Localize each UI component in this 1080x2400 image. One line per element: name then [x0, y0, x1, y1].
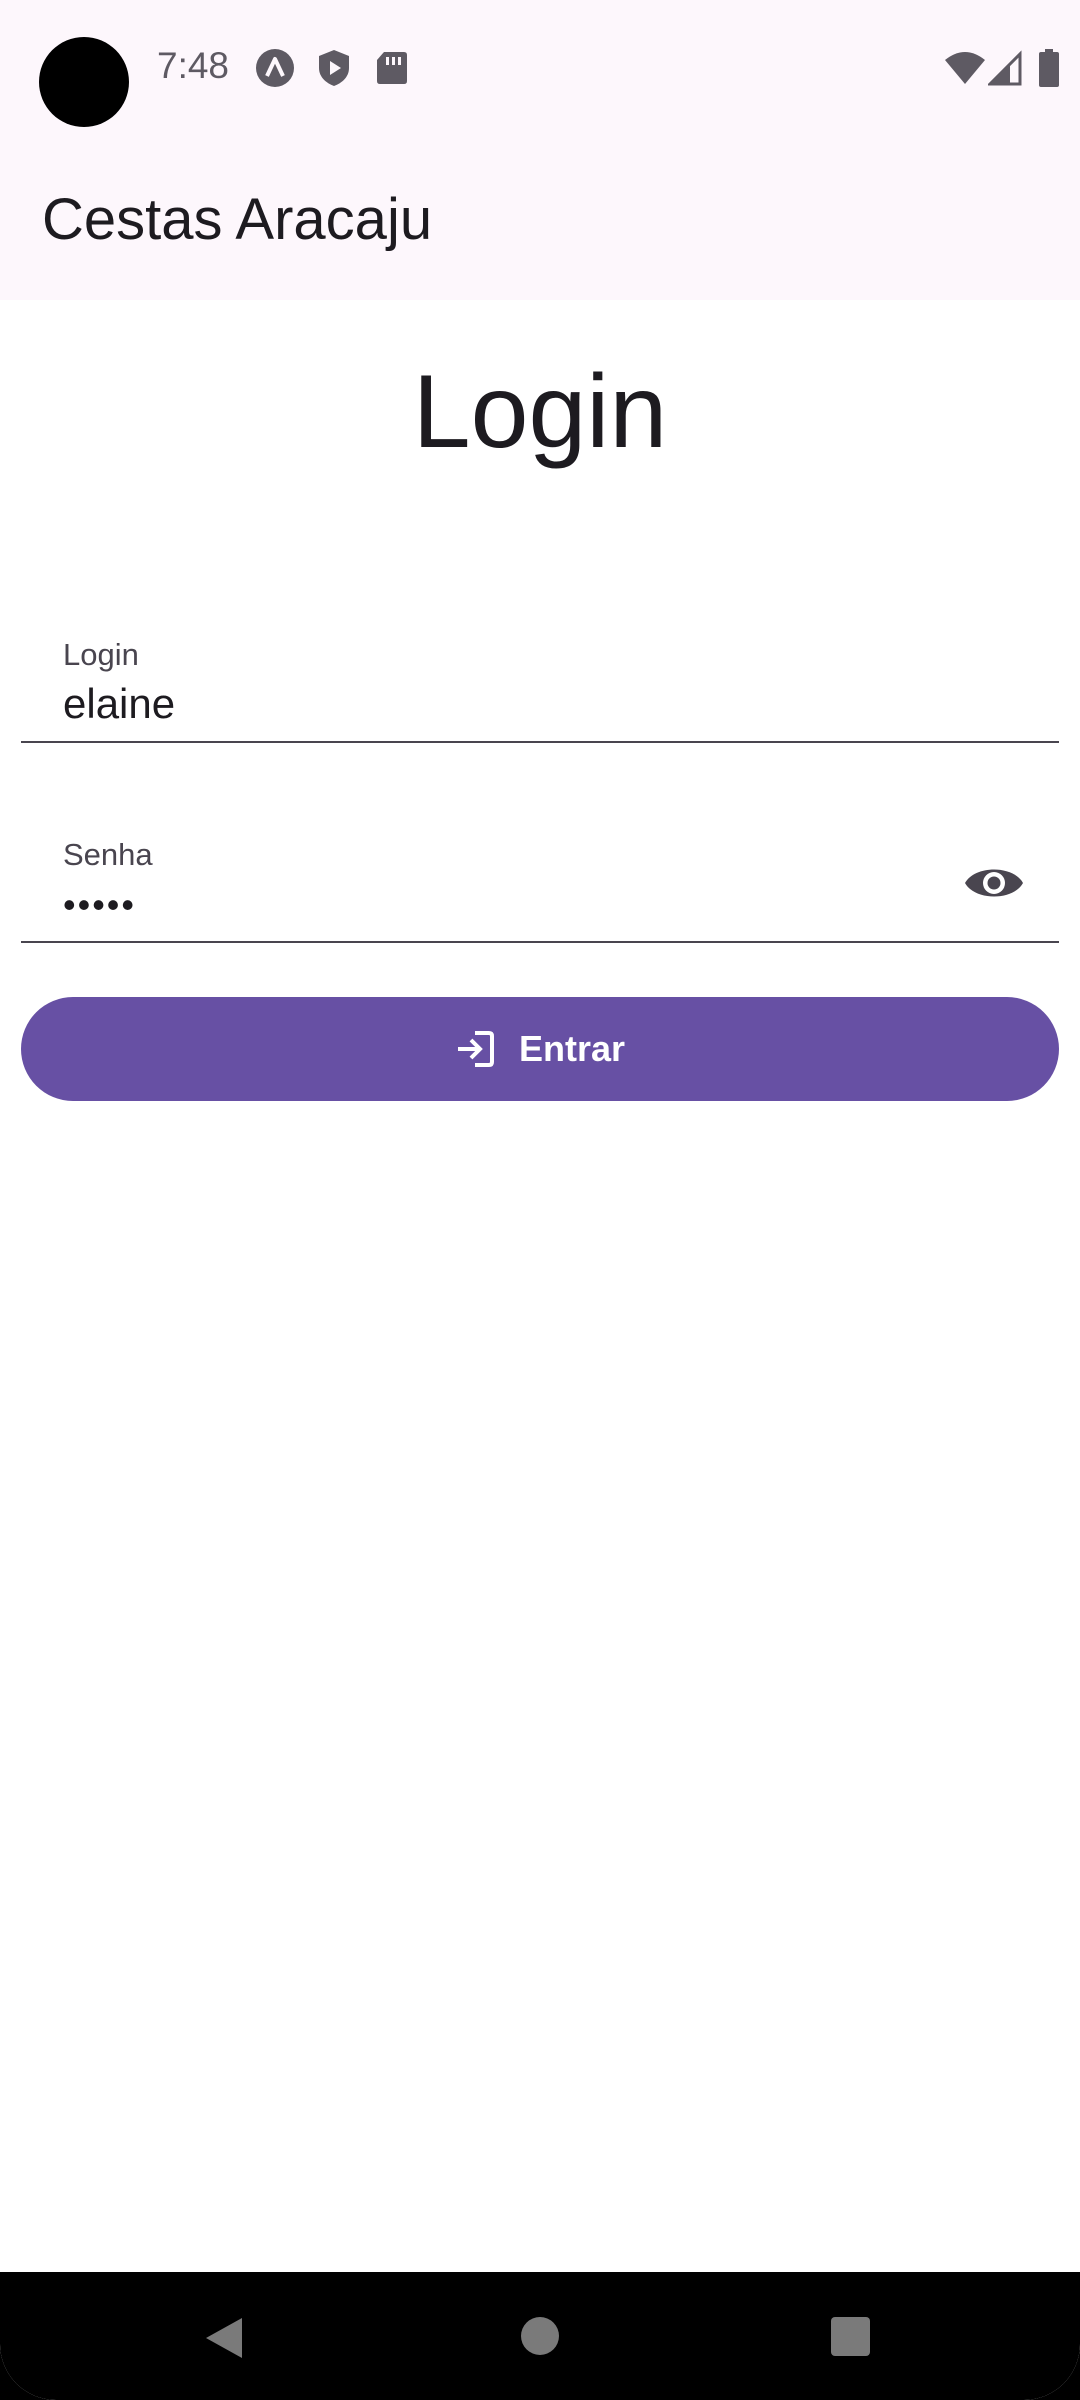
login-input[interactable]: elaine: [63, 679, 923, 729]
login-icon: [455, 1028, 497, 1070]
toggle-password-visibility-button[interactable]: [963, 857, 1025, 909]
play-protect-icon: [314, 48, 354, 88]
nav-home-button[interactable]: [521, 2317, 559, 2355]
login-submit-button[interactable]: Entrar: [21, 997, 1059, 1101]
login-submit-label: Entrar: [518, 1028, 626, 1069]
screen: 7:48 Cestas Aracaju Login Login elaine S…: [0, 0, 1080, 2400]
password-field[interactable]: Senha •••••: [21, 817, 1059, 943]
app-title: Cestas Aracaju: [42, 187, 433, 252]
signal-icon: [988, 48, 1022, 88]
wifi-icon: [944, 48, 986, 88]
login-field[interactable]: Login elaine: [21, 617, 1059, 743]
login-field-label: Login: [63, 637, 139, 672]
eye-icon: [965, 869, 1023, 897]
top-app-region: 7:48 Cestas Aracaju: [0, 0, 1080, 300]
password-field-label: Senha: [63, 837, 153, 872]
back-triangle-icon: [206, 2318, 242, 2358]
page-title: Login: [412, 354, 668, 470]
system-navigation-bar: [0, 2272, 1080, 2400]
camera-cutout: [39, 37, 129, 127]
status-time: 7:48: [157, 45, 230, 86]
battery-icon: [1038, 48, 1060, 88]
sd-card-icon: [372, 48, 412, 88]
password-input[interactable]: •••••: [63, 885, 136, 925]
nav-back-button[interactable]: [204, 2316, 244, 2360]
app-notification-icon: [255, 48, 295, 88]
nav-recents-button[interactable]: [831, 2317, 870, 2356]
